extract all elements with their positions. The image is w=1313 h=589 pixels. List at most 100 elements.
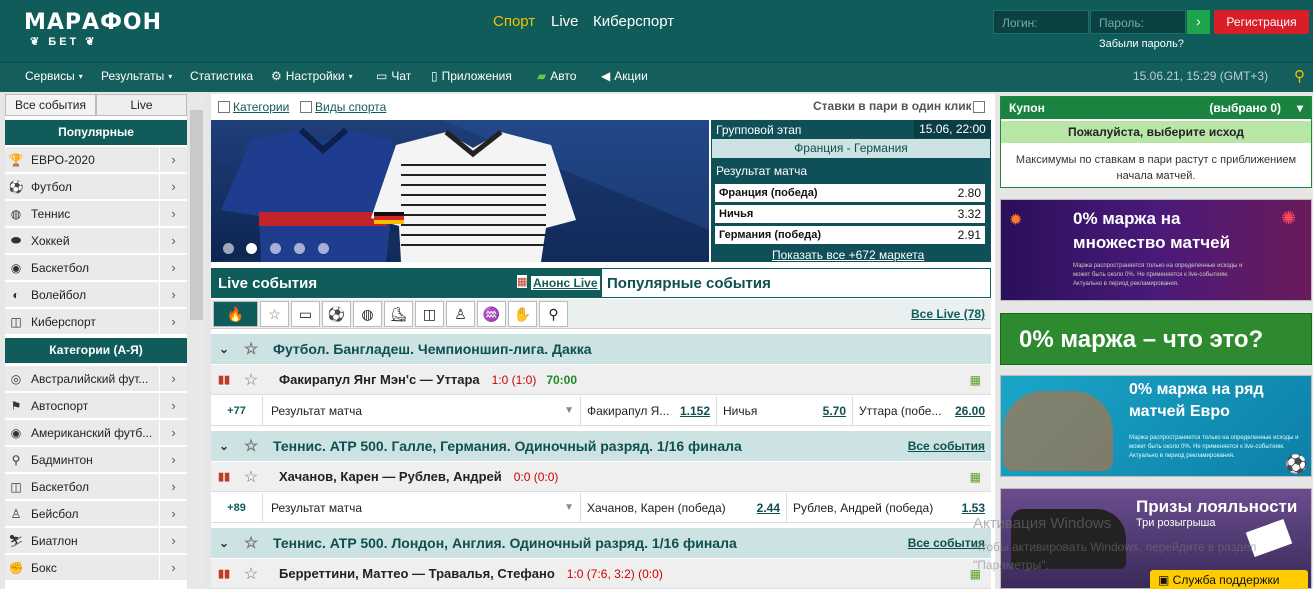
all-live-link[interactable]: Все Live (78) xyxy=(911,307,985,321)
sidebar-item-baseball[interactable]: ♙ Бейсбол › xyxy=(5,500,187,527)
nav-settings[interactable]: ⚙ Настройки ▾ xyxy=(271,69,353,83)
sidebar-item-badminton[interactable]: ⚲ Бадминтон › xyxy=(5,446,187,473)
banner-odd-row[interactable]: Франция (победа) 2.80 xyxy=(715,184,985,202)
star-icon[interactable]: ☆ xyxy=(237,533,265,553)
checkbox-icon[interactable] xyxy=(218,101,230,113)
chevron-down-icon[interactable]: ⌄ xyxy=(211,439,237,453)
login-input[interactable]: Логин: xyxy=(993,10,1089,34)
tab-live[interactable]: Live xyxy=(96,94,187,116)
sidebar-item-esports[interactable]: ◫ Киберспорт › xyxy=(5,308,187,335)
nav-services[interactable]: Сервисы ▾ xyxy=(25,69,83,83)
sidebar-item-boxing[interactable]: ✊ Бокс › xyxy=(5,554,187,581)
banner-odd-row[interactable]: Германия (победа) 2.91 xyxy=(715,226,985,244)
slider-dot-5[interactable] xyxy=(318,243,329,254)
checkbox-icon[interactable] xyxy=(300,101,312,113)
stats-icon[interactable]: ▮▮ xyxy=(211,373,237,386)
banner-more-markets-link[interactable]: Показать все +672 маркета xyxy=(772,248,924,262)
promo-zero-margin-euro[interactable]: 0% маржа на ряд матчей Евро Маржа распро… xyxy=(1000,375,1312,477)
league-header[interactable]: ⌄ ☆ Теннис. ATP 500. Галле, Германия. Од… xyxy=(211,431,991,461)
league-header[interactable]: ⌄ ☆ Футбол. Бангладеш. Чемпионшип-лига. … xyxy=(211,334,991,364)
nav-statistics[interactable]: Статистика xyxy=(190,69,253,83)
promo-banner[interactable] xyxy=(211,120,709,262)
slider-dot-2-active[interactable] xyxy=(246,243,257,254)
star-icon[interactable]: ☆ xyxy=(237,339,265,359)
star-icon[interactable]: ☆ xyxy=(237,467,265,487)
sidebar-item-volleyball[interactable]: ◐ Волейбол › xyxy=(5,281,187,308)
forgot-password-link[interactable]: Забыли пароль? xyxy=(1099,38,1184,50)
nav-esports[interactable]: Киберспорт xyxy=(593,13,674,30)
league-header[interactable]: ⌄ ☆ Теннис. ATP 500. Лондон, Англия. Оди… xyxy=(211,528,991,558)
promo-zero-margin-many[interactable]: ✹ ✺ 0% маржа на множество матчей Маржа р… xyxy=(1000,199,1312,301)
nav-results[interactable]: Результаты ▾ xyxy=(101,69,172,83)
swimmer-icon[interactable]: ♒ xyxy=(477,301,506,327)
support-button[interactable]: ▣ Служба поддержки xyxy=(1150,570,1308,589)
slider-dot-4[interactable] xyxy=(294,243,305,254)
nav-apps[interactable]: ▯ Приложения xyxy=(431,69,512,83)
star-icon[interactable]: ☆ xyxy=(237,370,265,390)
sidebar-scrollbar-thumb[interactable] xyxy=(190,110,203,320)
star-icon[interactable]: ☆ xyxy=(260,301,289,327)
more-markets-count[interactable]: +77 xyxy=(211,395,263,426)
sidebar-item-tennis[interactable]: ◍ Теннис › xyxy=(5,200,187,227)
market-select[interactable]: Результат матча ▼ xyxy=(263,492,581,523)
tab-announce-live[interactable]: Анонс Live xyxy=(531,276,600,290)
sidebar-item-basketball[interactable]: ◉ Баскетбол › xyxy=(5,254,187,281)
volleyball-player-icon[interactable]: ♙ xyxy=(446,301,475,327)
stats-icon[interactable]: ▮▮ xyxy=(211,567,237,580)
glove-icon[interactable]: ✋ xyxy=(508,301,537,327)
chevron-down-icon[interactable]: ⌄ xyxy=(211,342,237,356)
nav-chat[interactable]: ▭ Чат xyxy=(376,69,411,83)
football-icon[interactable]: ⚽ xyxy=(322,301,351,327)
search-icon[interactable]: ⚲ xyxy=(1294,67,1305,85)
nav-auto[interactable]: ▰ Авто xyxy=(537,69,576,83)
sidebar-item-american-football[interactable]: ◉ Американский футб... › xyxy=(5,419,187,446)
promo-zero-margin-what[interactable]: 0% маржа – что это? xyxy=(1000,313,1312,365)
gamepad-icon[interactable]: ◫ xyxy=(415,301,444,327)
one-click-checkbox[interactable] xyxy=(973,101,985,113)
banner-odd-row[interactable]: Ничья 3.32 xyxy=(715,205,985,223)
nav-live[interactable]: Live xyxy=(551,13,579,30)
odd-cell[interactable]: Факирапул Я... 1.152 xyxy=(581,395,717,426)
sidebar-item-motorsport[interactable]: ⚑ Автоспорт › xyxy=(5,392,187,419)
logo[interactable]: МАРАФОН xyxy=(24,10,162,35)
event-row[interactable]: ▮▮ ☆ Факирапул Янг Мэн'с — Уттара 1:0 (1… xyxy=(211,365,991,395)
odd-cell[interactable]: Уттара (побе... 26.00 xyxy=(853,396,991,426)
monitor-icon[interactable]: ▭ xyxy=(291,301,320,327)
all-events-link[interactable]: Все события xyxy=(908,439,985,453)
odd-cell[interactable]: Рублев, Андрей (победа) 1.53 xyxy=(787,493,991,523)
sidebar-item-hockey[interactable]: ⬬ Хоккей › xyxy=(5,227,187,254)
password-input[interactable]: Пароль: xyxy=(1090,10,1186,34)
chevron-down-icon[interactable]: ⌄ xyxy=(211,536,237,550)
star-icon[interactable]: ☆ xyxy=(237,564,265,584)
hockey-icon[interactable]: ⛸ xyxy=(384,301,413,327)
odd-cell[interactable]: Хачанов, Карен (победа) 2.44 xyxy=(581,492,787,523)
odd-cell[interactable]: Ничья 5.70 xyxy=(717,395,853,426)
sidebar-item-football[interactable]: ⚽ Футбол › xyxy=(5,173,187,200)
sidebar-item-biathlon[interactable]: ⛷ Биатлон › xyxy=(5,527,187,554)
filter-sports[interactable]: Виды спорта xyxy=(300,100,386,114)
fire-icon[interactable]: 🔥 xyxy=(213,301,258,327)
filter-categories[interactable]: Категории xyxy=(218,100,289,114)
nav-sport[interactable]: Спорт xyxy=(493,13,535,30)
table-tennis-icon[interactable]: ⚲ xyxy=(539,301,568,327)
slider-dot-3[interactable] xyxy=(270,243,281,254)
market-select[interactable]: Результат матча ▼ xyxy=(263,395,581,426)
tab-popular-events[interactable]: Популярные события xyxy=(607,275,771,292)
sidebar-item-aussie-football[interactable]: ◎ Австралийский фут... › xyxy=(5,365,187,392)
tennis-icon[interactable]: ◍ xyxy=(353,301,382,327)
coupon-header[interactable]: Купон (выбрано 0) ▾ xyxy=(1001,97,1311,119)
event-row[interactable]: ▮▮ ☆ Хачанов, Карен — Рублев, Андрей 0:0… xyxy=(211,462,991,492)
promo-title: Призы лояльности xyxy=(1136,497,1298,516)
stats-icon[interactable]: ▮▮ xyxy=(211,470,237,483)
login-submit-button[interactable]: › xyxy=(1187,10,1210,34)
more-markets-count[interactable]: +89 xyxy=(211,492,263,523)
nav-promotions[interactable]: ◀ Акции xyxy=(601,69,648,83)
sidebar-item-basketball-cat[interactable]: ◫ Баскетбол › xyxy=(5,473,187,500)
register-button[interactable]: Регистрация xyxy=(1214,10,1309,34)
event-row[interactable]: ▮▮ ☆ Берреттини, Маттео — Травалья, Стеф… xyxy=(211,559,991,589)
star-icon[interactable]: ☆ xyxy=(237,436,265,456)
sidebar-item-euro2020[interactable]: 🏆 ЕВРО-2020 › xyxy=(5,146,187,173)
slider-dot-1[interactable] xyxy=(223,243,234,254)
basketball-icon: ◫ xyxy=(10,479,22,494)
tab-all-events[interactable]: Все события xyxy=(5,94,96,116)
